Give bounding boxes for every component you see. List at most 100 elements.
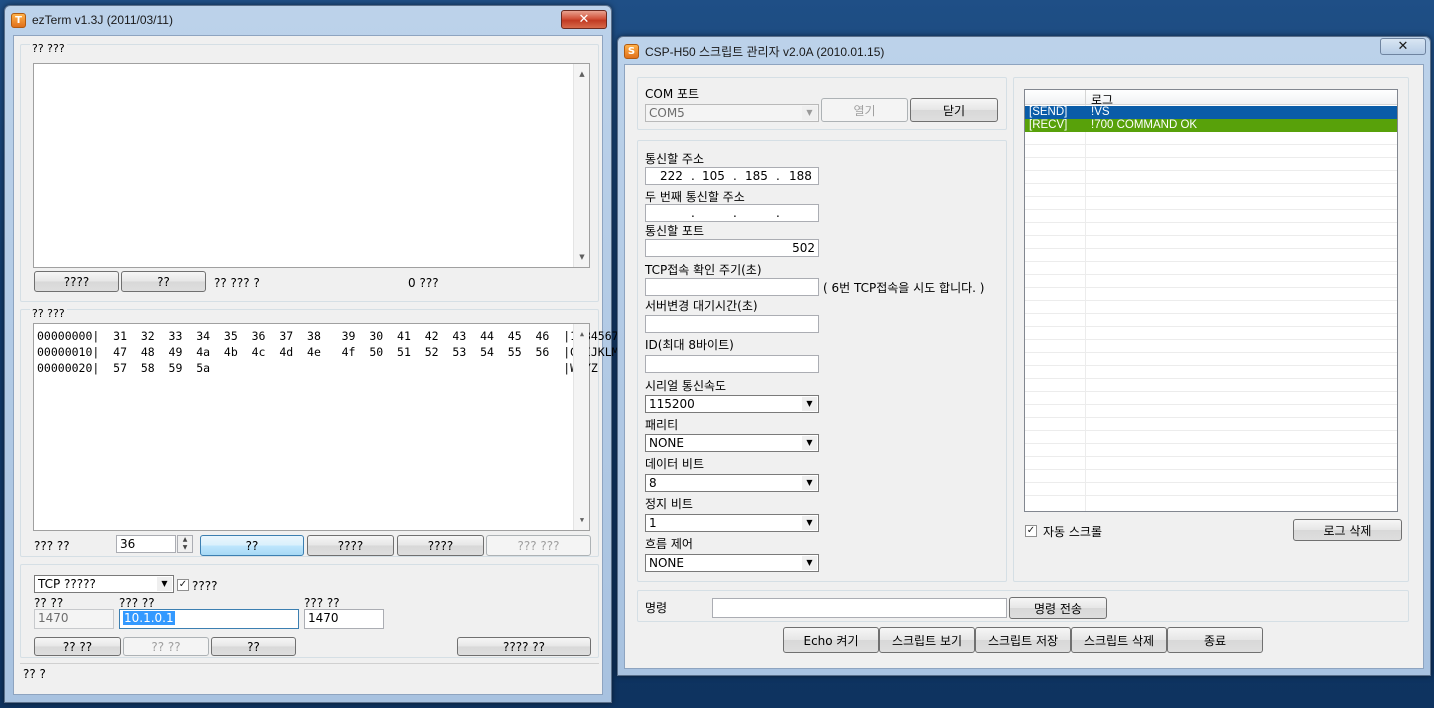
ezterm-titlebar[interactable]: T ezTerm v1.3J (2011/03/11) — [5, 6, 611, 34]
log-row-msg: !VS — [1091, 106, 1110, 118]
flow-label: 흐름 제어 — [645, 537, 693, 551]
send-option-button-2[interactable]: ???? — [397, 535, 484, 556]
remote-port-label: ??? ?? — [304, 596, 340, 610]
conn-settings-button[interactable]: ???? ?? — [457, 637, 591, 656]
csp-client: COM 포트 COM5 ▼ 열기 닫기 통신할 주소 222 . 105 . 1… — [624, 64, 1424, 669]
close-icon: ✕ — [1397, 39, 1409, 54]
com-port-value: COM5 — [649, 106, 685, 120]
send-length-input[interactable]: 36 — [116, 535, 176, 553]
tcp-check-input[interactable] — [645, 278, 819, 296]
databits-label: 데이터 비트 — [645, 457, 705, 471]
send-hex-textarea[interactable]: 00000000| 31 32 33 34 35 36 37 38 39 30 … — [33, 323, 681, 531]
addr-label: 통신할 주소 — [645, 152, 705, 166]
recv-scrollbar[interactable]: ▲ ▼ — [573, 64, 589, 267]
command-input[interactable] — [712, 598, 1007, 618]
addr-octet: 185 — [745, 169, 768, 183]
connect-button[interactable]: ?? ?? — [34, 637, 121, 656]
protocol-checkbox[interactable]: ✓ — [177, 579, 189, 591]
server-wait-label: 서버변경 대기시간(초) — [645, 299, 758, 313]
log-clear-button[interactable]: 로그 삭제 — [1293, 519, 1402, 541]
chevron-down-icon: ▼ — [802, 556, 817, 570]
spin-down-icon[interactable]: ▼ — [178, 544, 192, 552]
com-port-label: COM 포트 — [645, 87, 700, 101]
addr-input[interactable]: 222 . 105 . 185 . 188 — [645, 167, 819, 185]
scroll-down-icon[interactable]: ▼ — [574, 249, 590, 265]
auto-scroll-label: 자동 스크롤 — [1043, 525, 1103, 539]
send-option-button-3[interactable]: ??? ??? — [486, 535, 591, 556]
script-save-button[interactable]: 스크립트 저장 — [975, 627, 1071, 653]
remote-port-input[interactable]: 1470 — [304, 609, 384, 629]
log-row[interactable]: [RECV] !700 COMMAND OK — [1025, 119, 1397, 132]
csp-close-button[interactable]: ✕ — [1380, 38, 1426, 55]
addr2-input[interactable]: . . . — [645, 204, 819, 222]
remote-ip-value: 10.1.0.1 — [123, 611, 175, 625]
flow-select[interactable]: NONE ▼ — [645, 554, 819, 572]
ezterm-close-button[interactable]: ✕ — [561, 10, 607, 29]
baud-select[interactable]: 115200 ▼ — [645, 395, 819, 413]
flow-value: NONE — [649, 556, 684, 570]
stopbits-value: 1 — [649, 516, 657, 530]
remote-ip-input[interactable]: 10.1.0.1 — [119, 609, 299, 629]
ezterm-client: ?? ??? ▲ ▼ ???? ?? ?? ??? ? 0 ??? ?? ???… — [13, 35, 681, 695]
spin-up-icon[interactable]: ▲ — [178, 536, 192, 544]
send-scrollbar[interactable]: ▲ ▼ — [573, 324, 589, 530]
addr-dot: . — [733, 206, 737, 220]
recv-clear-button[interactable]: ???? — [34, 271, 119, 292]
scroll-up-icon[interactable]: ▲ — [574, 66, 590, 82]
open-button[interactable]: 열기 — [821, 98, 908, 122]
parity-label: 패리티 — [645, 418, 679, 432]
recv-status-text: ?? ??? ? — [214, 276, 260, 290]
protocol-check-label: ???? — [192, 579, 218, 593]
ezterm-window: T ezTerm v1.3J (2011/03/11) ✕ ?? ??? ▲ ▼… — [4, 5, 681, 703]
scroll-up-icon[interactable]: ▲ — [574, 326, 590, 342]
com-port-select[interactable]: COM5 ▼ — [645, 104, 819, 122]
log-row-tag: [SEND] — [1029, 106, 1068, 118]
chevron-down-icon: ▼ — [802, 397, 817, 411]
addr-dot: . — [691, 169, 695, 183]
protocol-select[interactable]: TCP ????? ▼ — [34, 575, 174, 593]
echo-toggle-button[interactable]: Echo 켜기 — [783, 627, 879, 653]
port-label: 통신할 포트 — [645, 224, 705, 238]
addr-octet: 188 — [789, 169, 812, 183]
chevron-down-icon: ▼ — [157, 577, 172, 591]
chevron-down-icon: ▼ — [802, 436, 817, 450]
command-send-button[interactable]: 명령 전송 — [1009, 597, 1107, 619]
baud-value: 115200 — [649, 397, 695, 411]
scroll-down-icon[interactable]: ▼ — [574, 512, 590, 528]
send-length-spinner[interactable]: ▲ ▼ — [177, 535, 193, 553]
csp-titlebar[interactable]: S CSP-H50 스크립트 관리자 v2.0A (2010.01.15) — [618, 37, 1430, 65]
id-label: ID(최대 8바이트) — [645, 338, 734, 352]
stopbits-label: 정지 비트 — [645, 497, 693, 511]
chevron-down-icon: ▼ — [802, 106, 817, 120]
parity-select[interactable]: NONE ▼ — [645, 434, 819, 452]
recv-save-button[interactable]: ?? — [121, 271, 206, 292]
stopbits-select[interactable]: 1 ▼ — [645, 514, 819, 532]
script-delete-button[interactable]: 스크립트 삭제 — [1071, 627, 1167, 653]
send-option-button-1[interactable]: ???? — [307, 535, 394, 556]
exit-button[interactable]: 종료 — [1167, 627, 1263, 653]
hex-line: 00000020| 57 58 59 5a |WXYZ — [37, 361, 598, 375]
addr-dot: . — [691, 206, 695, 220]
script-view-button[interactable]: 스크립트 보기 — [879, 627, 975, 653]
auto-scroll-checkbox[interactable]: ✓ — [1025, 525, 1037, 537]
port-input[interactable]: 502 — [645, 239, 819, 257]
addr-octet: 105 — [702, 169, 725, 183]
id-input[interactable] — [645, 355, 819, 373]
csp-window: S CSP-H50 스크립트 관리자 v2.0A (2010.01.15) ✕ … — [617, 36, 1431, 676]
close-port-button[interactable]: 닫기 — [910, 98, 998, 122]
tcp-check-label: TCP접속 확인 주기(초) — [645, 263, 762, 277]
disconnect-button[interactable]: ?? ?? — [123, 637, 209, 656]
recv-textarea[interactable]: ▲ ▼ — [33, 63, 590, 268]
conn-option-button[interactable]: ?? — [211, 637, 296, 656]
databits-select[interactable]: 8 ▼ — [645, 474, 819, 492]
ezterm-statusbar: ?? ? — [20, 663, 599, 685]
local-port-input[interactable]: 1470 — [34, 609, 114, 629]
log-table[interactable]: 로그 [SEND] !VS [RECV] !700 COMMAND OK — [1024, 89, 1398, 512]
log-row[interactable]: [SEND] !VS — [1025, 106, 1397, 119]
addr-octet: 222 — [660, 169, 683, 183]
send-button[interactable]: ?? — [200, 535, 304, 556]
parity-value: NONE — [649, 436, 684, 450]
recv-group-label: ?? ??? — [30, 42, 67, 55]
server-wait-input[interactable] — [645, 315, 819, 333]
log-row-msg: !700 COMMAND OK — [1091, 119, 1198, 131]
